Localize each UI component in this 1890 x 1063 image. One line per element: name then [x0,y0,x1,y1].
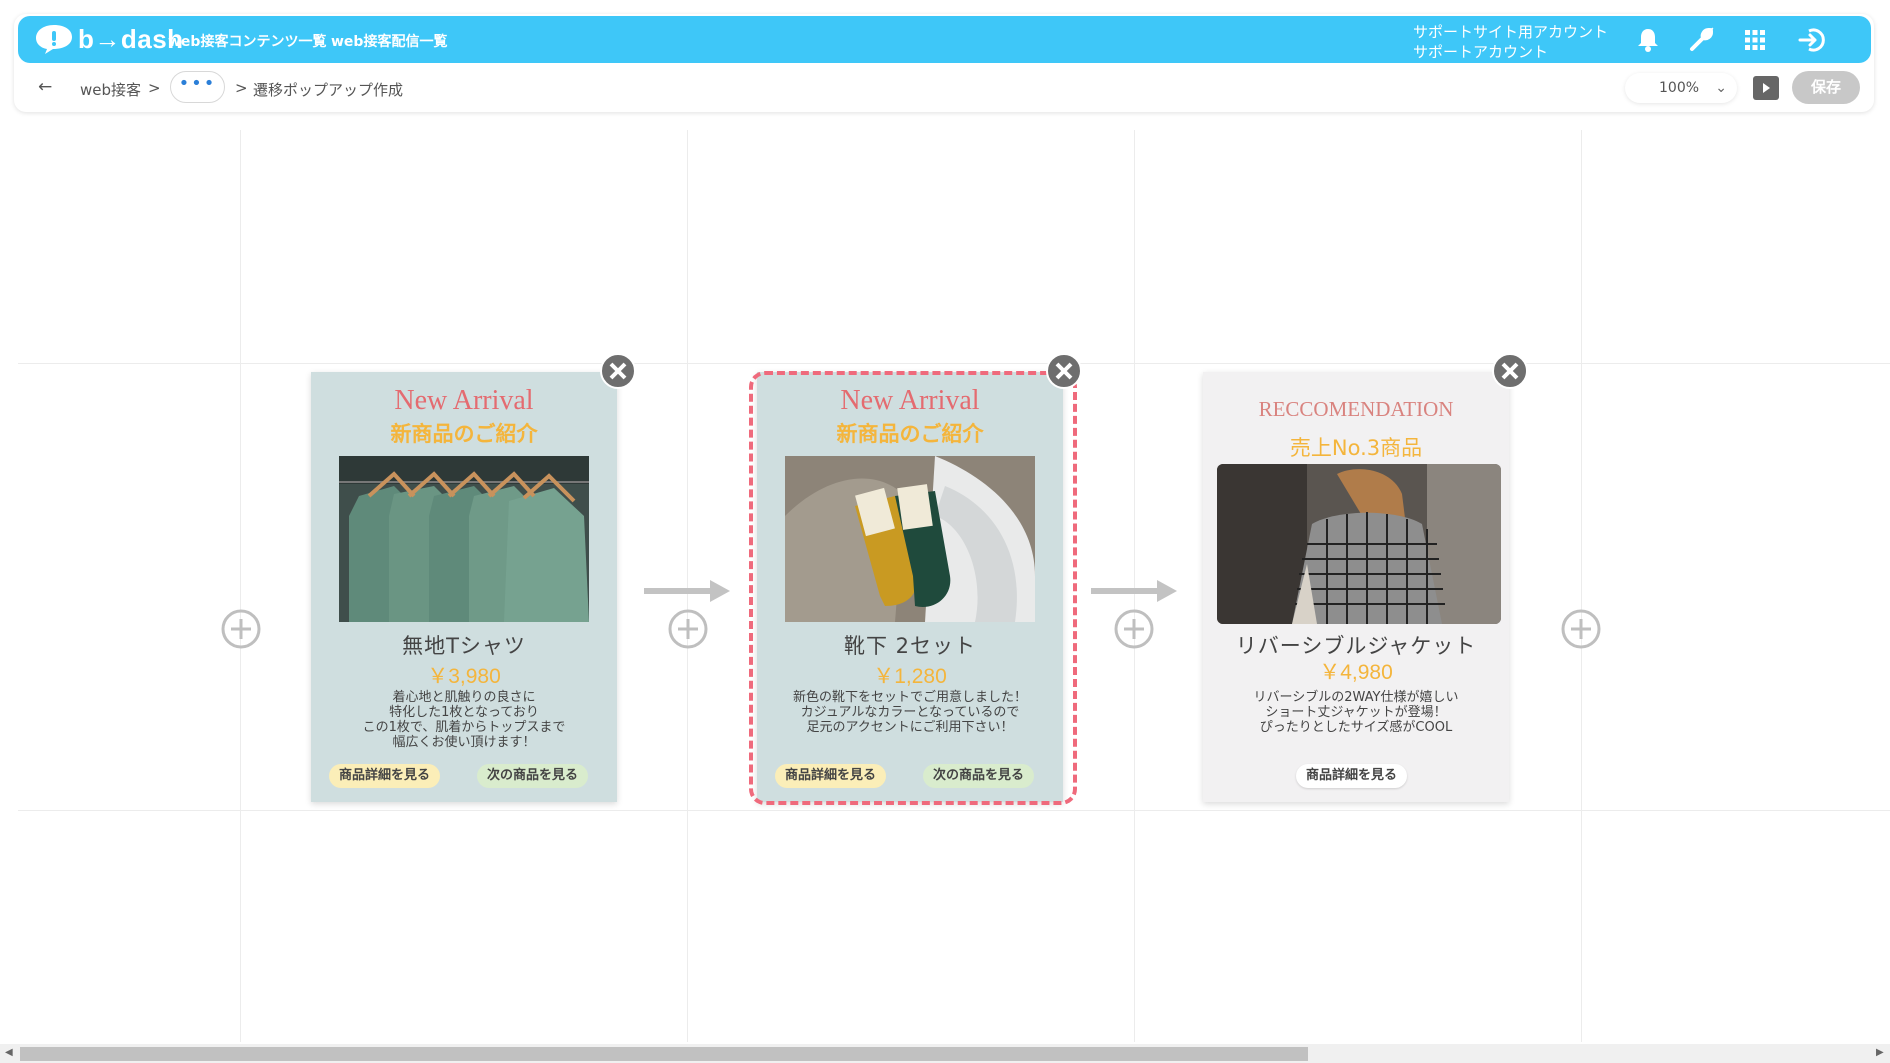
zoom-value: 100% [1659,80,1700,96]
navbar: b→dash web接客コンテンツ一覧 web接客配信一覧 サポートサイト用アカ… [18,16,1871,63]
breadcrumb-separator: > [235,79,248,97]
product-description: リバーシブルの2WAY仕様が嬉しい ショート丈ジャケットが登場！ ぴったりとした… [1253,690,1459,735]
close-icon[interactable] [1492,353,1528,389]
product-detail-button[interactable]: 商品詳細を見る [1296,764,1408,788]
product-detail-button[interactable]: 商品詳細を見る [329,764,441,788]
card-subtitle: 新商品のご紹介 [390,422,538,446]
product-photo-tshirts [339,456,589,622]
add-step-plus-icon[interactable] [220,608,262,650]
account-info[interactable]: サポートサイト用アカウント サポートアカウント [1413,22,1608,62]
next-product-button[interactable]: 次の商品を見る [477,764,589,788]
add-step-plus-icon[interactable] [667,608,709,650]
product-price: ￥3,980 [427,665,501,688]
close-icon[interactable] [600,353,636,389]
account-subname: サポートアカウント [1413,43,1549,61]
breadcrumb-more-button[interactable]: ••• [170,71,225,103]
scroll-left-icon[interactable]: ◀ [5,1047,13,1058]
flow-arrow-icon [644,580,730,602]
grid-icon[interactable] [1740,25,1770,55]
nav-link-contents[interactable]: web接客コンテンツ一覧 [168,31,326,51]
grid-line [18,810,1890,811]
breadcrumb-current: 遷移ポップアップ作成 [253,81,404,99]
play-icon [1763,83,1770,93]
product-description: 着心地と肌触りの良さに 特化した1枚となっており この1枚で、肌着からトップスま… [362,690,566,750]
selected-card-outline [749,371,1077,805]
card-subtitle: 売上No.3商品 [1289,436,1423,460]
close-icon[interactable] [1046,353,1082,389]
breadcrumb-separator: > [148,79,161,97]
add-step-plus-icon[interactable] [1113,608,1155,650]
grid-line [18,363,1890,364]
bdash-logo[interactable]: b→dash [34,23,184,55]
wrench-icon[interactable] [1686,25,1716,55]
chevron-down-icon: ⌄ [1715,80,1727,96]
grid-line [1581,130,1582,1042]
product-name: 無地Tシャツ [402,634,526,658]
card-title: RECCOMENDATION [1258,397,1454,421]
breadcrumb-web[interactable]: web接客 [80,79,141,100]
scroll-right-icon[interactable]: ▶ [1876,1047,1884,1058]
popup-card[interactable]: RECCOMENDATION 売上No.3商品 リバーシブルジャケット ￥4,9… [1203,372,1509,802]
card-title: New Arrival [394,385,534,416]
flow-arrow-icon [1091,580,1177,602]
scrollbar-thumb[interactable] [20,1047,1308,1061]
nav-link-deliveries[interactable]: web接客配信一覧 [331,31,447,51]
logout-icon[interactable] [1797,25,1827,55]
zoom-select[interactable]: 100% ⌄ [1625,73,1737,103]
back-arrow-icon[interactable]: ← [38,77,52,97]
logo-bubble-icon [36,25,72,54]
horizontal-scrollbar[interactable]: ◀ ▶ [0,1044,1890,1063]
account-name: サポートサイト用アカウント [1413,23,1609,41]
product-photo-jacket [1217,464,1501,624]
popup-card[interactable]: New Arrival 新商品のご紹介 無地Tシャツ ￥3,980 着心地と肌触… [311,372,617,802]
save-button[interactable]: 保存 [1792,71,1860,104]
grid-line [240,130,241,1042]
bell-icon[interactable] [1633,25,1663,55]
preview-play-button[interactable] [1753,76,1779,100]
product-price: ￥4,980 [1319,661,1393,684]
add-step-plus-icon[interactable] [1560,608,1602,650]
